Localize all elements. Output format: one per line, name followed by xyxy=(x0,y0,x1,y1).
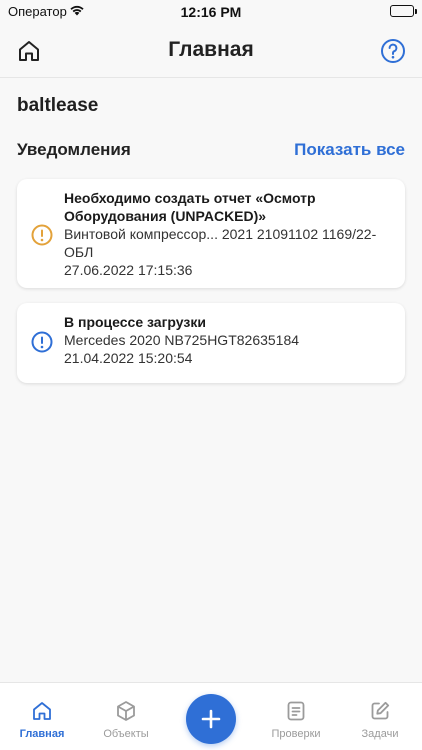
tab-tasks[interactable]: Задачи xyxy=(338,683,422,750)
home-icon xyxy=(30,699,54,723)
notifications-title: Уведомления xyxy=(17,140,131,159)
help-icon[interactable] xyxy=(380,38,406,64)
tab-home-label: Главная xyxy=(19,728,65,740)
notification-title-cont: Оборудования (UNPACKED)» xyxy=(64,208,267,224)
status-bar: Оператор 12:16 PM xyxy=(0,0,422,24)
tab-checks-label: Проверки xyxy=(271,728,321,740)
tab-home[interactable]: Главная xyxy=(0,683,84,750)
page-title: Главная xyxy=(168,38,254,61)
tab-bar: Главная Объекты Проверки Задачи xyxy=(0,682,422,750)
add-button[interactable] xyxy=(186,694,236,744)
warning-circle-icon xyxy=(31,224,53,246)
battery-icon xyxy=(390,5,417,17)
notification-description: Mercedes 2020 NB725HGT82635184 xyxy=(64,332,300,348)
notification-title: В процессе загрузки xyxy=(64,314,206,330)
header: Главная xyxy=(0,24,422,78)
cube-icon xyxy=(114,699,138,723)
notification-title: Необходимо создать отчет «Осмотр xyxy=(64,190,316,206)
show-all-link[interactable]: Показать все xyxy=(294,140,405,160)
edit-icon xyxy=(368,699,392,723)
tab-checks[interactable]: Проверки xyxy=(254,683,338,750)
tab-objects[interactable]: Объекты xyxy=(84,683,168,750)
checklist-icon xyxy=(284,699,308,723)
notification-date: 27.06.2022 17:15:36 xyxy=(64,262,193,278)
tab-objects-label: Объекты xyxy=(103,728,149,740)
info-circle-icon xyxy=(31,331,53,353)
tab-tasks-label: Задачи xyxy=(361,728,399,740)
plus-icon xyxy=(201,709,221,729)
notification-description: Винтовой компрессор... 2021 21091102 116… xyxy=(64,226,377,242)
status-time: 12:16 PM xyxy=(180,4,242,20)
notification-description-cont: ОБЛ xyxy=(64,244,94,260)
notification-card[interactable]: Необходимо создать отчет «Осмотр Оборудо… xyxy=(17,179,405,288)
organization-name: baltlease xyxy=(17,95,99,116)
notification-card[interactable]: В процессе загрузки Mercedes 2020 NB725H… xyxy=(17,303,405,383)
notification-date: 21.04.2022 15:20:54 xyxy=(64,350,193,366)
